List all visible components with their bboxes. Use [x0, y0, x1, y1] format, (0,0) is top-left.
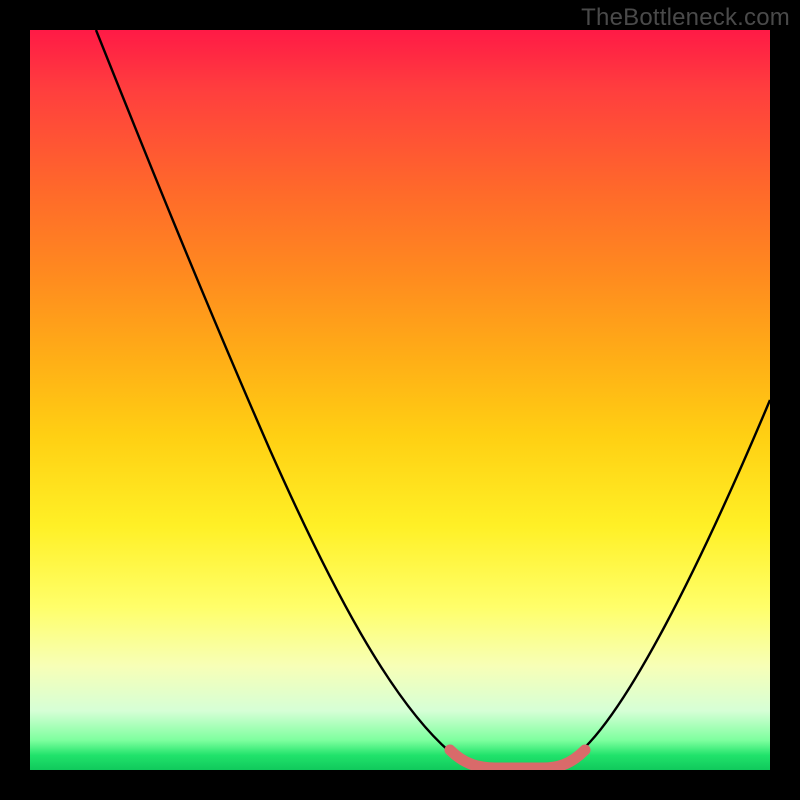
plot-area [30, 30, 770, 770]
bottleneck-curve [96, 30, 770, 768]
watermark-text: TheBottleneck.com [581, 4, 790, 32]
curve-layer [30, 30, 770, 770]
chart-frame: TheBottleneck.com [0, 0, 800, 800]
optimal-zone-marker [450, 750, 585, 768]
